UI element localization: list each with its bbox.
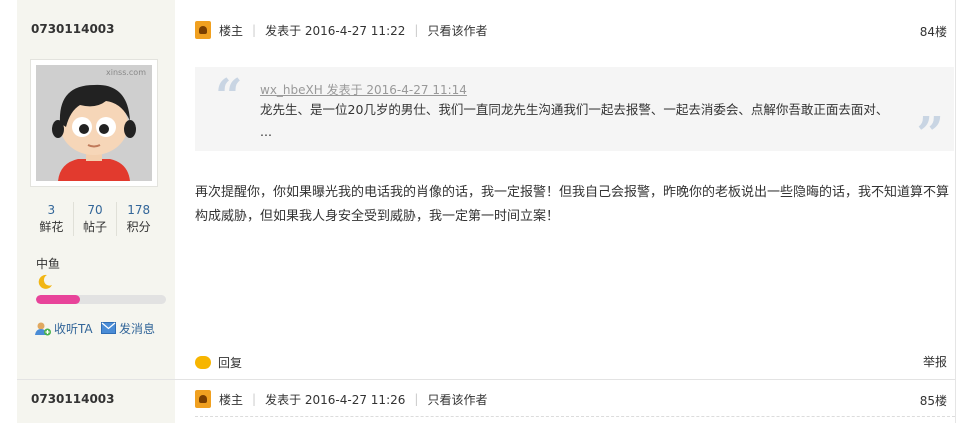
post-time: 发表于 2016-4-27 11:26 [265,392,406,407]
envelope-icon [101,322,116,334]
send-message-link[interactable]: 发消息 [101,320,155,336]
quote-text: 龙先生、是一位20几岁的男仕、我们一直同龙先生沟通我们一起去报警、一起去消委会、… [260,102,889,139]
post-content: 楼主 | 发表于 2016-4-27 11:22 | 只看该作者 84楼 “ w… [175,0,955,423]
stat-points-value: 178 [127,203,151,217]
avatar-image: xinss.com [36,65,152,181]
report-link[interactable]: 举报 [923,352,947,372]
open-quote-icon: “ [215,69,243,125]
author-username[interactable]: 0730114003 [31,22,115,36]
only-author-link[interactable]: 只看该作者 [427,22,487,39]
follow-label: 收听TA [54,321,93,336]
avatar-illustration [36,65,152,181]
reply-bubble-icon [195,355,211,369]
thread-starter-icon [195,21,211,39]
follow-link[interactable]: 收听TA [35,320,93,336]
only-author-link[interactable]: 只看该作者 [427,391,487,408]
reply-button[interactable]: 回复 [195,352,242,372]
post-meta: 楼主 | 发表于 2016-4-27 11:26 | 只看该作者 [195,389,487,409]
separator: | [414,23,419,37]
stat-points-label: 积分 [126,220,151,234]
follow-icon [35,322,51,335]
stat-posts-label: 帖子 [83,220,108,234]
stat-flowers-label: 鲜花 [39,220,64,234]
stat-posts[interactable]: 70 帖子 [74,202,118,236]
author-sidebar: 0730114003 xinss.com 3 鲜花 70 帖子 178 积分 中… [17,0,175,423]
user-stats: 3 鲜花 70 帖子 178 积分 [30,202,160,236]
avatar[interactable]: xinss.com [30,59,158,187]
stat-points[interactable]: 178 积分 [117,202,160,236]
separator: | [252,392,257,406]
moon-icon [38,274,52,289]
separator: | [252,23,257,37]
send-message-label: 发消息 [119,321,156,336]
role-label: 楼主 [219,23,244,38]
separator: | [414,392,419,406]
post-time: 发表于 2016-4-27 11:22 [265,23,406,38]
post-body: 再次提醒你，你如果曝光我的电话我的肖像的话，我一定报警！但我自己会报警，昨晚你的… [195,185,950,224]
next-author-username[interactable]: 0730114003 [31,392,115,406]
quote-author-link[interactable]: wx_hbeXH 发表于 2016-4-27 11:14 [260,81,467,98]
stat-posts-value: 70 [87,203,103,217]
floor-number[interactable]: 84楼 [920,23,947,40]
dashed-divider [195,416,955,417]
post-divider [17,379,955,380]
user-level: 中鱼 [36,257,61,271]
floor-number[interactable]: 85楼 [920,392,947,409]
reply-label: 回复 [218,355,243,370]
role-label: 楼主 [219,392,244,407]
stat-flowers-value: 3 [47,203,56,217]
page-edge [955,0,979,423]
level-progress-bar [36,295,166,304]
thread-starter-icon [195,390,211,408]
close-quote-icon: ” [916,107,944,163]
stat-flowers[interactable]: 3 鲜花 [30,202,74,236]
level-progress-fill [36,295,81,304]
quote-block: “ wx_hbeXH 发表于 2016-4-27 11:14 龙先生、是一位20… [195,67,954,163]
post-meta: 楼主 | 发表于 2016-4-27 11:22 | 只看该作者 [195,20,487,40]
avatar-watermark: xinss.com [106,68,146,77]
